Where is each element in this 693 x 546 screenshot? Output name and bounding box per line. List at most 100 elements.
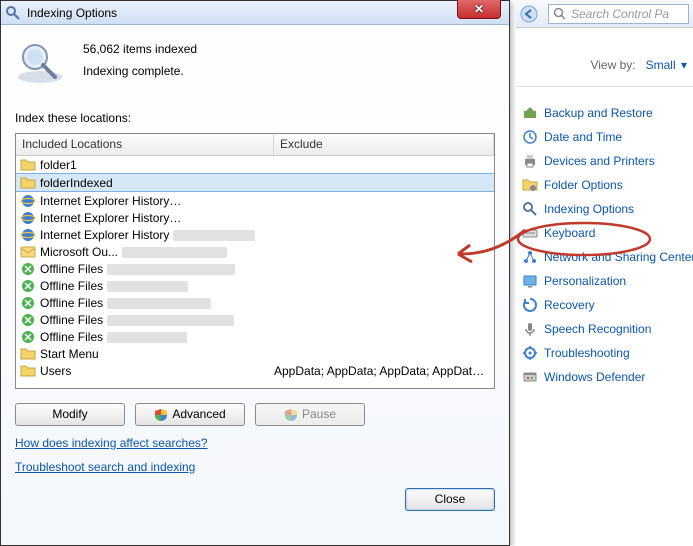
cp-item-label: Folder Options [544,178,623,192]
view-by-dropdown[interactable]: Small ▾ [646,58,687,72]
table-row[interactable]: Internet Explorer History [16,209,494,226]
ie-icon [20,227,36,243]
locations-listbox[interactable]: Included Locations Exclude folder1folder… [15,133,495,389]
table-row[interactable]: Internet Explorer History [16,226,494,243]
chevron-down-icon: ▾ [681,58,687,72]
table-row[interactable]: Offline Files [16,311,494,328]
row-label: Offline Files [40,279,274,293]
control-panel-area: Search Control Pa View by: Small ▾ Backu… [516,0,693,546]
table-row[interactable]: Microsoft Ou... [16,243,494,260]
recovery-icon [522,297,538,313]
modify-button[interactable]: Modify [15,403,125,426]
indexing-icon [522,201,538,217]
row-label: Users [40,364,274,378]
table-row[interactable]: folder1 [16,156,494,173]
uac-shield-icon-pause [284,408,298,422]
row-label: Offline Files [40,313,274,327]
table-row[interactable]: Offline Files [16,294,494,311]
cp-item-label: Keyboard [544,226,595,240]
close-button-x[interactable]: ✕ [457,0,501,19]
cp-item-label: Date and Time [544,130,622,144]
folder-icon [20,363,36,379]
cp-toolbar: Search Control Pa [516,0,693,28]
keyboard-icon [522,225,538,241]
pause-label: Pause [302,404,336,425]
control-panel-item-speech[interactable]: Speech Recognition [516,317,693,341]
help-link[interactable]: How does indexing affect searches? [15,436,495,450]
control-panel-item-troubleshoot[interactable]: Troubleshooting [516,341,693,365]
offline-icon [20,329,36,345]
search-placeholder: Search Control Pa [571,7,669,21]
close-button[interactable]: Close [405,488,495,511]
table-row[interactable]: Offline Files [16,260,494,277]
table-row[interactable]: UsersAppData; AppData; AppData; AppData;… [16,362,494,379]
row-label: folderIndexed [40,176,274,190]
control-panel-item-printer[interactable]: Devices and Printers [516,149,693,173]
row-label: Internet Explorer History [40,228,274,242]
cp-item-label: Recovery [544,298,595,312]
cp-item-label: Devices and Printers [544,154,655,168]
close-row: Close [15,488,495,511]
control-panel-item-defender[interactable]: Windows Defender [516,365,693,389]
control-panel-item-personalization[interactable]: Personalization [516,269,693,293]
row-label: Microsoft Ou... [40,245,274,259]
folder-icon [20,175,36,191]
control-panel-item-recovery[interactable]: Recovery [516,293,693,317]
advanced-label: Advanced [172,404,225,425]
row-label: Internet Explorer History [40,211,274,225]
search-icon [553,7,567,21]
button-row: Modify Advanced Pause [15,403,495,426]
table-row[interactable]: Offline Files [16,277,494,294]
row-label: Offline Files [40,262,274,276]
table-row[interactable]: folderIndexed [16,173,494,192]
indexing-icon [5,5,21,21]
advanced-button[interactable]: Advanced [135,403,245,426]
troubleshoot-icon [522,345,538,361]
defender-icon [522,369,538,385]
folder-icon [20,157,36,173]
titlebar[interactable]: Indexing Options ✕ [1,1,509,25]
outlook-icon [20,244,36,260]
cp-item-label: Troubleshooting [544,346,630,360]
dialog-body: 56,062 items indexed Indexing complete. … [1,25,509,521]
control-panel-item-network[interactable]: Network and Sharing Center [516,245,693,269]
locations-heading: Index these locations: [15,111,495,125]
offline-icon [20,278,36,294]
search-input[interactable]: Search Control Pa [548,4,689,24]
nav-back-forward-icon[interactable] [520,5,544,23]
view-by-control: View by: Small ▾ [516,28,693,82]
indexing-options-dialog: Indexing Options ✕ 56,062 items indexed … [0,0,510,546]
table-row[interactable]: Internet Explorer History [16,192,494,209]
troubleshoot-link[interactable]: Troubleshoot search and indexing [15,460,495,474]
table-row[interactable]: Offline Files [16,328,494,345]
control-panel-item-indexing[interactable]: Indexing Options [516,197,693,221]
network-icon [522,249,538,265]
control-panel-list: Backup and Restore Date and Time Devices a… [516,87,693,389]
cp-item-label: Speech Recognition [544,322,651,336]
row-label: Offline Files [40,330,274,344]
personalization-icon [522,273,538,289]
printer-icon [522,153,538,169]
backup-icon [522,105,538,121]
cp-item-label: Windows Defender [544,370,645,384]
folder-icon [20,346,36,362]
summary-text: 56,062 items indexed Indexing complete. [83,39,197,82]
control-panel-item-backup[interactable]: Backup and Restore [516,101,693,125]
dialog-title: Indexing Options [27,6,117,20]
row-label: Offline Files [40,296,274,310]
summary-block: 56,062 items indexed Indexing complete. [15,39,495,89]
magnifier-icon [15,39,65,89]
table-row[interactable]: Start Menu [16,345,494,362]
view-by-value: Small [646,58,676,72]
row-label: Start Menu [40,347,274,361]
row-label: Internet Explorer History [40,194,274,208]
pause-button: Pause [255,403,365,426]
control-panel-item-keyboard[interactable]: Keyboard [516,221,693,245]
cp-item-label: Network and Sharing Center [544,250,693,264]
rows-container: folder1 folderIndexed Internet Explorer Hi… [16,156,494,389]
ie-icon [20,193,36,209]
col-exclude-header[interactable]: Exclude [274,134,494,155]
control-panel-item-folderopts[interactable]: Folder Options [516,173,693,197]
control-panel-item-clock[interactable]: Date and Time [516,125,693,149]
col-included-header[interactable]: Included Locations [16,134,274,155]
